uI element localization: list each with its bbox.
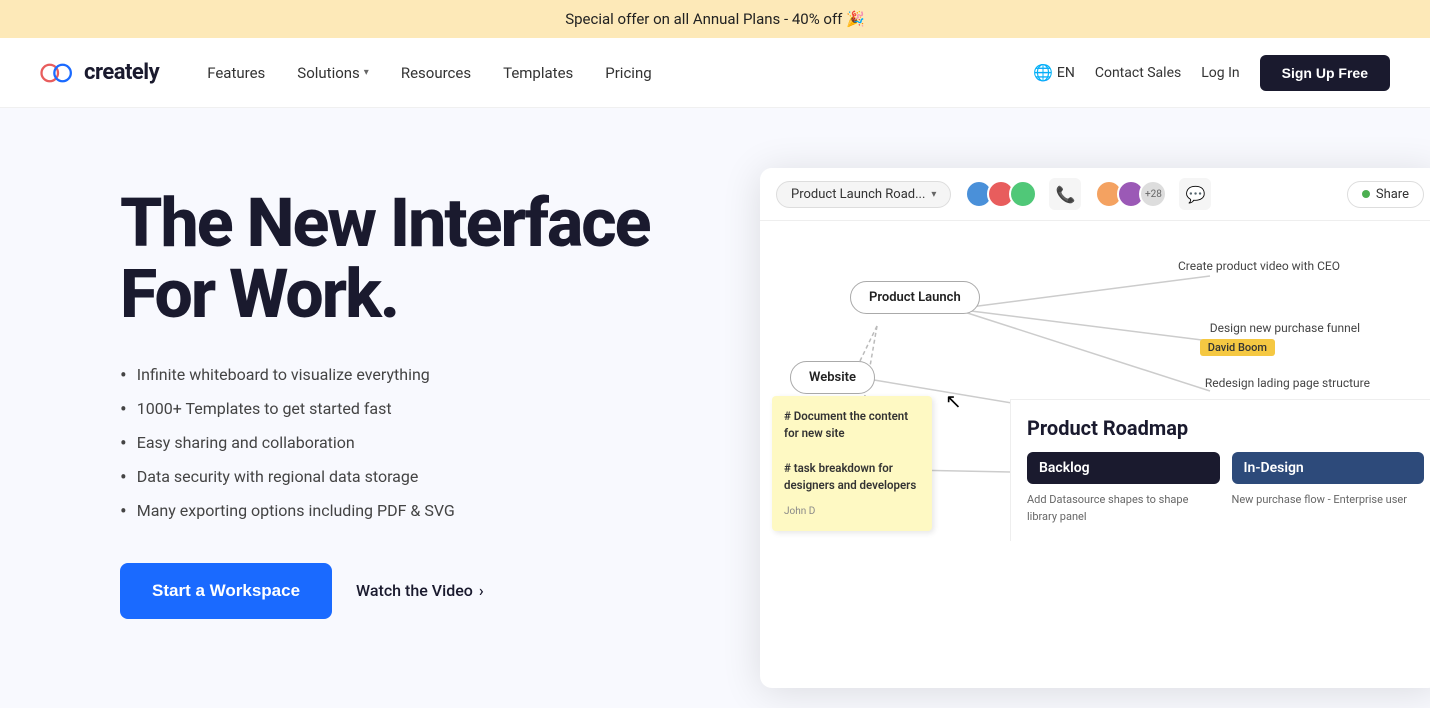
task-assignee-badge: David Boom	[1200, 339, 1275, 356]
signup-button[interactable]: Sign Up Free	[1260, 55, 1390, 91]
nav-solutions[interactable]: Solutions ▾	[297, 64, 369, 82]
collaborator-avatars	[971, 180, 1037, 208]
backlog-content: Add Datasource shapes to shape library p…	[1027, 492, 1220, 525]
nav-templates[interactable]: Templates	[503, 64, 573, 82]
sticky-text-2: # task breakdown for designers and devel…	[784, 460, 920, 495]
banner-text: Special offer on all Annual Plans - 40% …	[565, 10, 865, 28]
mockup-title[interactable]: Product Launch Road... ▾	[776, 181, 951, 208]
task-label-3: Redesign lading page structure	[1205, 376, 1370, 390]
nav-pricing[interactable]: Pricing	[605, 64, 651, 82]
mockup-container: Product Launch Road... ▾ 📞 +28 💬	[760, 168, 1430, 688]
roadmap-backlog-column: Backlog Add Datasource shapes to shape l…	[1027, 452, 1220, 525]
arrow-icon: ›	[479, 581, 484, 600]
hero-right: Product Launch Road... ▾ 📞 +28 💬	[760, 168, 1430, 708]
globe-icon: 🌐	[1033, 63, 1053, 82]
language-selector[interactable]: 🌐 EN	[1033, 63, 1075, 82]
watch-video-link[interactable]: Watch the Video ›	[356, 581, 484, 600]
nav-right: 🌐 EN Contact Sales Log In Sign Up Free	[1033, 55, 1390, 91]
avatar	[1009, 180, 1037, 208]
logo[interactable]: creately	[40, 60, 159, 85]
hero-bullets: Infinite whiteboard to visualize everyth…	[120, 363, 700, 523]
share-button[interactable]: Share	[1347, 181, 1424, 208]
sticky-note: # Document the content for new site # ta…	[772, 396, 932, 531]
hero-left: The New Interface For Work. Infinite whi…	[120, 168, 700, 619]
mockup-diagram: Product Launch Website Marketing Create …	[760, 221, 1430, 541]
node-product-launch: Product Launch	[850, 281, 980, 314]
mockup-toolbar: Product Launch Road... ▾ 📞 +28 💬	[760, 168, 1430, 221]
top-banner: Special offer on all Annual Plans - 40% …	[0, 0, 1430, 38]
bullet-4: Data security with regional data storage	[120, 465, 700, 489]
roadmap-indesign-column: In-Design New purchase flow - Enterprise…	[1232, 452, 1425, 525]
phone-icon[interactable]: 📞	[1049, 178, 1081, 210]
hero-title: The New Interface For Work.	[120, 188, 700, 331]
nav-resources[interactable]: Resources	[401, 64, 471, 82]
sticky-text-1: # Document the content for new site	[784, 408, 920, 443]
logo-text: creately	[84, 60, 159, 85]
bullet-3: Easy sharing and collaboration	[120, 431, 700, 455]
nav-links: Features Solutions ▾ Resources Templates…	[207, 64, 1033, 82]
sticky-author: John D	[784, 504, 920, 519]
chevron-down-icon: ▾	[364, 67, 369, 78]
start-workspace-button[interactable]: Start a Workspace	[120, 563, 332, 619]
login-button[interactable]: Log In	[1201, 65, 1239, 81]
node-website: Website	[790, 361, 875, 394]
contact-sales-link[interactable]: Contact Sales	[1095, 65, 1181, 81]
logo-symbol	[40, 62, 76, 84]
dropdown-chevron-icon: ▾	[931, 189, 936, 200]
extra-avatars: +28	[1101, 180, 1167, 208]
roadmap-columns: Backlog Add Datasource shapes to shape l…	[1027, 452, 1424, 525]
roadmap-title: Product Roadmap	[1027, 416, 1424, 440]
roadmap-panel: Product Roadmap Backlog Add Datasource s…	[1010, 399, 1430, 541]
indesign-content: New purchase flow - Enterprise user	[1232, 492, 1425, 509]
task-label-1: Create product video with CEO	[1178, 259, 1340, 273]
indesign-header: In-Design	[1232, 452, 1425, 484]
hero-cta: Start a Workspace Watch the Video ›	[120, 563, 700, 619]
hero-section: The New Interface For Work. Infinite whi…	[0, 108, 1430, 708]
comment-icon[interactable]: 💬	[1179, 178, 1211, 210]
task-label-2: Design new purchase funnel	[1210, 321, 1360, 335]
bullet-5: Many exporting options including PDF & S…	[120, 499, 700, 523]
backlog-header: Backlog	[1027, 452, 1220, 484]
nav-features[interactable]: Features	[207, 64, 265, 82]
navbar: creately Features Solutions ▾ Resources …	[0, 38, 1430, 108]
bullet-1: Infinite whiteboard to visualize everyth…	[120, 363, 700, 387]
share-status-dot	[1362, 190, 1370, 198]
bullet-2: 1000+ Templates to get started fast	[120, 397, 700, 421]
avatar-overflow-count: +28	[1139, 180, 1167, 208]
